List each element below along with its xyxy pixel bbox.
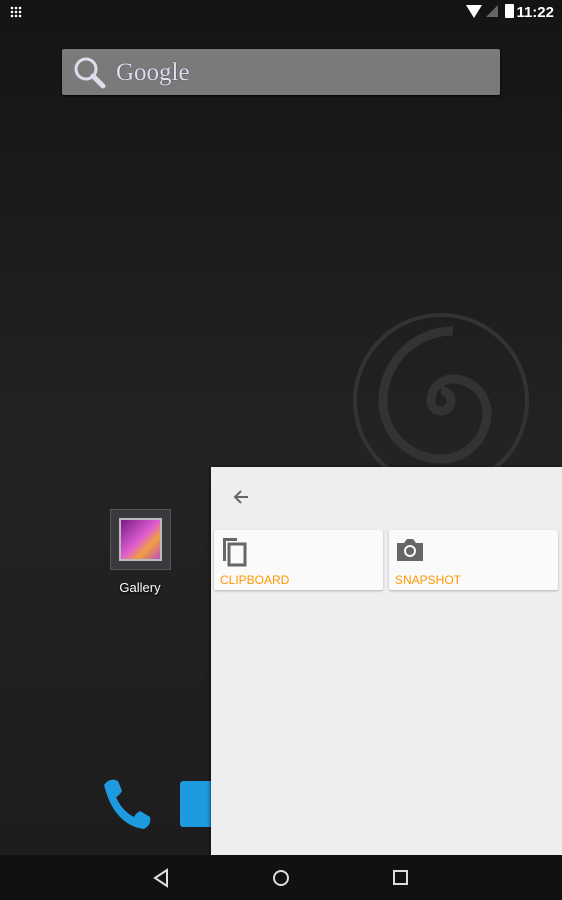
- navigation-bar: [0, 855, 562, 900]
- back-icon[interactable]: [152, 868, 170, 888]
- gallery-label: Gallery: [119, 580, 161, 595]
- battery-charging-icon: [505, 4, 514, 18]
- camera-icon: [397, 539, 423, 561]
- tools-panel: CLIPBOARD SNAPSHOT: [211, 467, 562, 855]
- clock: 11:22: [516, 4, 554, 21]
- clipboard-copy-icon: [223, 538, 247, 567]
- gallery-icon: [119, 518, 162, 561]
- apps-grid-icon: [10, 6, 22, 18]
- google-search-widget[interactable]: Google: [62, 49, 500, 95]
- clipboard-label: CLIPBOARD: [220, 573, 290, 587]
- wallpaper-swirl: [353, 313, 529, 489]
- status-bar: 11:22: [0, 0, 562, 24]
- home-icon[interactable]: [272, 868, 290, 888]
- arrow-back-icon[interactable]: [231, 487, 251, 507]
- gallery-app-icon[interactable]: [110, 509, 171, 570]
- recents-icon[interactable]: [392, 868, 410, 888]
- wifi-icon: [466, 5, 482, 18]
- phone-icon[interactable]: [96, 775, 152, 831]
- search-icon: [74, 57, 106, 89]
- signal-icon: [486, 5, 498, 17]
- snapshot-label: SNAPSHOT: [395, 573, 462, 587]
- clipboard-button[interactable]: CLIPBOARD: [214, 530, 383, 590]
- search-label: Google: [116, 59, 190, 86]
- snapshot-button[interactable]: SNAPSHOT: [389, 530, 558, 590]
